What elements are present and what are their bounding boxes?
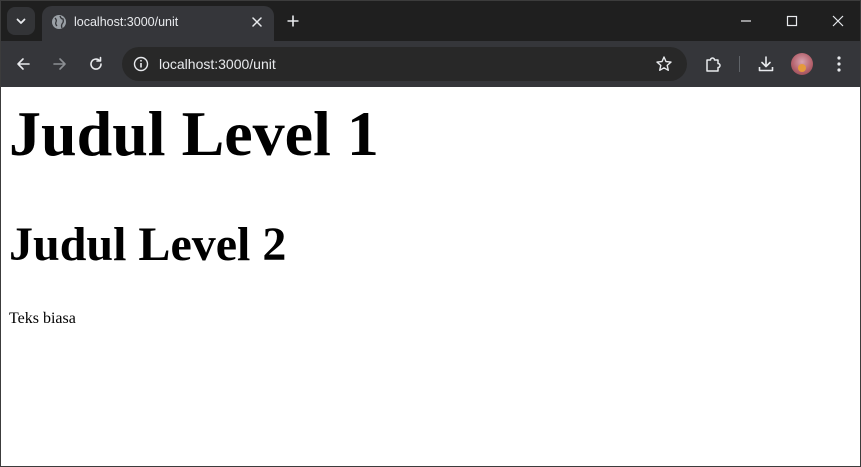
tab-close-button[interactable] [248,13,266,31]
close-icon [252,17,262,27]
toolbar-divider [739,56,740,72]
page-viewport: Judul Level 1 Judul Level 2 Teks biasa [1,87,860,466]
reload-button[interactable] [84,52,108,76]
reload-icon [90,56,102,70]
body-paragraph: Teks biasa [9,309,76,327]
bookmark-button[interactable] [655,55,673,73]
tab-search-button[interactable] [7,7,35,35]
globe-icon [52,15,66,29]
puzzle-icon [706,57,721,72]
maximize-icon [786,15,798,27]
chevron-down-icon [16,18,26,24]
extensions-button[interactable] [701,52,725,76]
star-icon [656,56,672,71]
page-content: Judul Level 1 Judul Level 2 Teks biasa [1,97,860,328]
arrow-right-icon [53,58,66,70]
minimize-button[interactable] [723,1,769,41]
maximize-button[interactable] [769,1,815,41]
plus-icon [287,15,299,27]
browser-toolbar: localhost:3000/unit [1,41,860,87]
minimize-icon [741,20,751,22]
downloads-button[interactable] [754,52,778,76]
browser-window: localhost:3000/unit localhost:3000/unit … [0,0,861,467]
download-icon [758,56,774,72]
more-vertical-icon [837,56,841,72]
close-window-button[interactable] [815,1,860,41]
address-bar[interactable]: localhost:3000/unit [122,47,687,81]
tab-active[interactable]: localhost:3000/unit [42,6,274,41]
arrow-left-icon [17,58,30,70]
new-tab-button[interactable] [283,11,303,31]
heading-level-1: Judul Level 1 [9,98,379,169]
heading-level-2: Judul Level 2 [9,217,287,271]
tab-title: localhost:3000/unit [74,15,179,29]
tab-strip: localhost:3000/unit [1,1,860,41]
profile-avatar[interactable] [791,53,813,75]
forward-button[interactable] [48,52,72,76]
info-icon [133,56,149,72]
close-icon [832,15,844,27]
site-info-button[interactable] [130,53,152,75]
menu-button[interactable] [827,52,851,76]
url-text[interactable]: localhost:3000/unit [159,56,276,72]
back-button[interactable] [11,52,35,76]
